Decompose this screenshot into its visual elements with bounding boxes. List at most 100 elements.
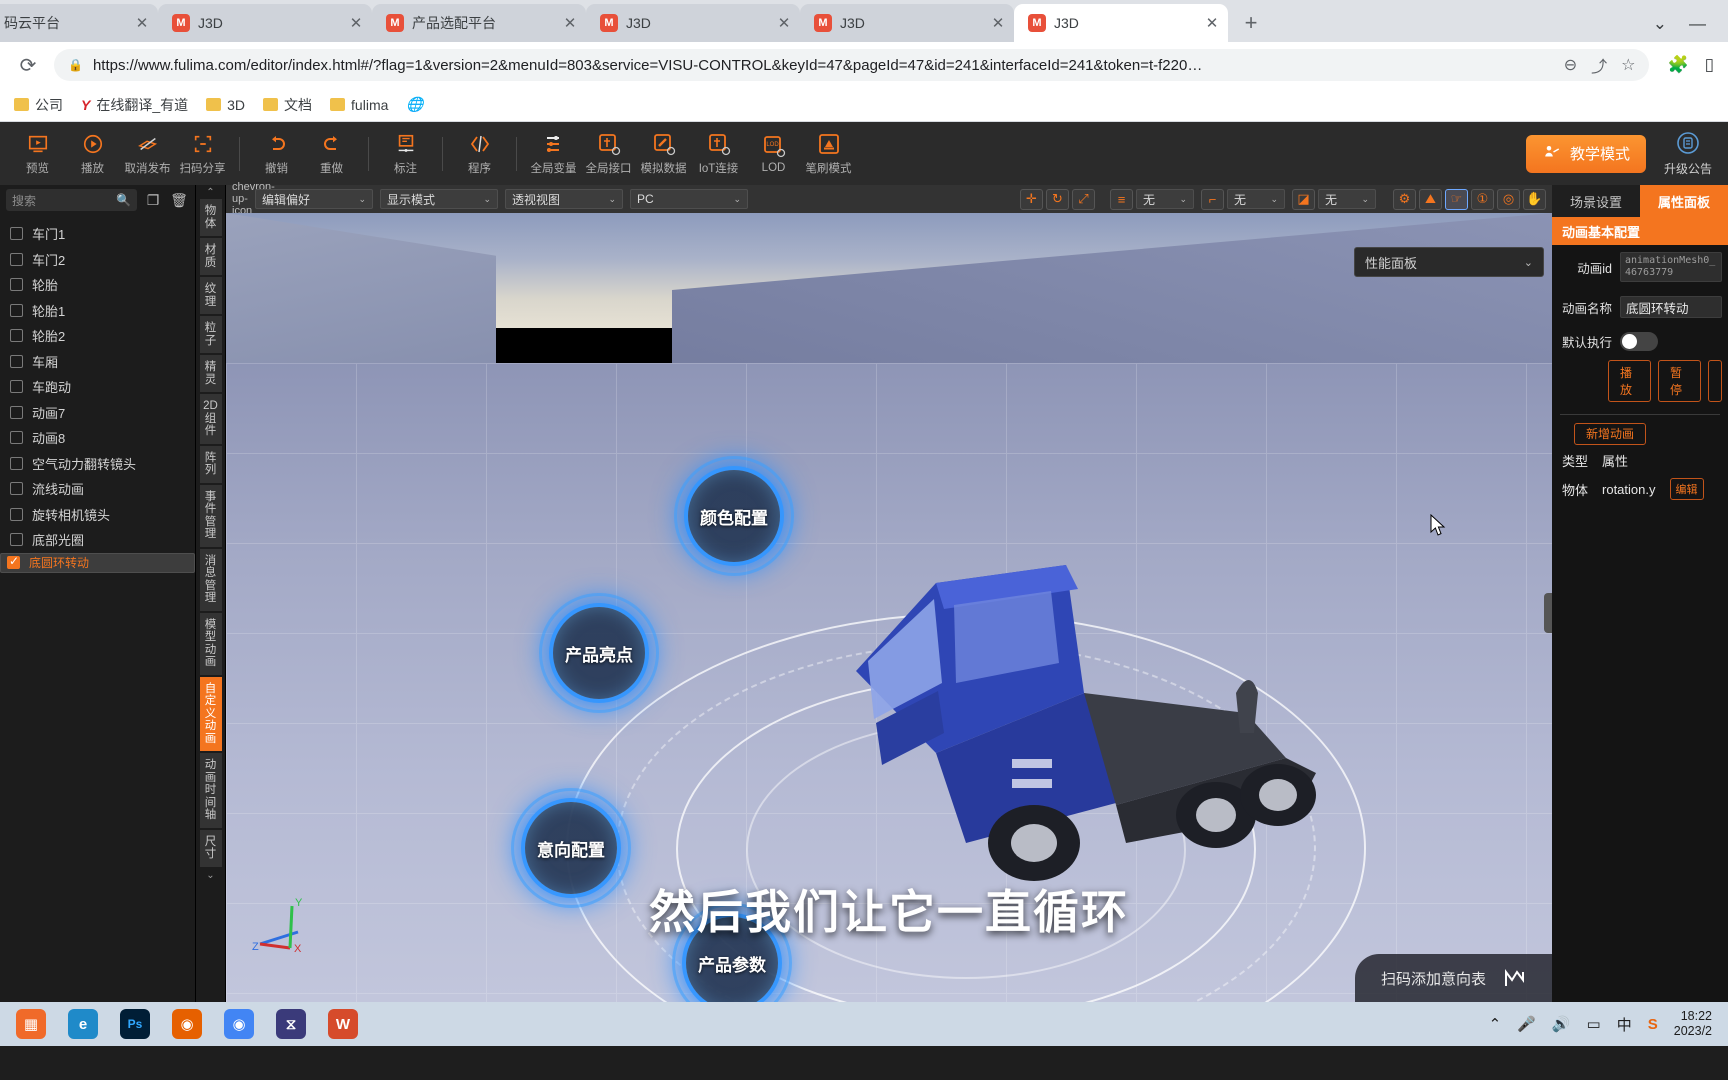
toolbar-button-global-interface[interactable]: 全局接口: [581, 131, 636, 176]
panel-resize-handle[interactable]: [1544, 593, 1552, 633]
list-item-selected[interactable]: 底圆环转动: [0, 552, 195, 573]
item-checkbox[interactable]: [10, 303, 23, 317]
taskbar-wps[interactable]: W: [320, 1004, 366, 1044]
tab-scene-settings[interactable]: 场景设置: [1552, 185, 1640, 217]
browser-tab[interactable]: M J3D ✕: [158, 4, 373, 42]
item-checkbox[interactable]: [10, 252, 23, 266]
tab-event-manager[interactable]: 事件管理: [199, 484, 222, 547]
toolbar-button-mock-data[interactable]: 模拟数据: [636, 131, 691, 176]
list-item[interactable]: 轮胎: [0, 272, 195, 298]
snap-translate-icon[interactable]: ≡: [1110, 188, 1133, 210]
select-display-mode[interactable]: 显示模式 ⌄: [380, 189, 498, 209]
tab-textures[interactable]: 纹理: [199, 277, 222, 314]
tab-properties-panel[interactable]: 属性面板: [1640, 185, 1728, 217]
animation-name-input[interactable]: 底圆环转动: [1620, 296, 1722, 318]
bookmark-item[interactable]: 文档: [263, 95, 312, 115]
toolbar-button-lod[interactable]: LOD LOD: [746, 133, 801, 174]
toolbar-button-annotate[interactable]: 标注: [378, 131, 433, 176]
tab-objects[interactable]: 物体: [199, 199, 222, 236]
toolbar-button-program[interactable]: 程序: [452, 131, 507, 176]
visibility-icon[interactable]: ①: [1471, 188, 1494, 210]
minimize-button[interactable]: —: [1689, 14, 1706, 34]
tab-close-icon[interactable]: ✕: [560, 13, 580, 33]
bookmark-item[interactable]: 公司: [14, 95, 63, 115]
upgrade-notice-button[interactable]: 升级公告: [1664, 131, 1712, 177]
item-checkbox[interactable]: [10, 380, 23, 394]
list-item[interactable]: 轮胎1: [0, 298, 195, 324]
browser-tab[interactable]: M 产品选配平台 ✕: [372, 4, 587, 42]
collapse-down-icon[interactable]: ⌄: [200, 869, 222, 883]
new-tab-button[interactable]: +: [1234, 6, 1268, 40]
3d-viewport[interactable]: 颜色配置 产品亮点 意向配置 产品参数 Z X Y 然后我们让它一直循环 扫码添…: [226, 213, 1552, 1002]
bookmark-item[interactable]: fulima: [330, 97, 388, 113]
taskbar-photoshop[interactable]: Ps: [112, 1004, 158, 1044]
select-device-target[interactable]: PC ⌄: [630, 189, 748, 209]
list-item[interactable]: 旋转相机镜头: [0, 502, 195, 528]
list-item[interactable]: 空气动力翻转镜头: [0, 451, 195, 477]
animation-id-value[interactable]: animationMesh0_46763779: [1620, 252, 1722, 282]
item-checkbox[interactable]: [10, 405, 23, 419]
tab-message-manager[interactable]: 消息管理: [199, 548, 222, 611]
item-checkbox[interactable]: [10, 329, 23, 343]
tab-materials[interactable]: 材质: [199, 238, 222, 275]
bookmark-item[interactable]: 🌐: [406, 96, 423, 113]
add-animation-button[interactable]: 新增动画: [1574, 423, 1647, 445]
tab-close-icon[interactable]: ✕: [1202, 13, 1222, 33]
taskbar-firefox[interactable]: ◉: [164, 1004, 210, 1044]
trash-icon[interactable]: 🗑: [169, 190, 189, 210]
item-checkbox[interactable]: [10, 482, 23, 496]
browser-tab[interactable]: M J3D ✕: [800, 4, 1015, 42]
browser-tab[interactable]: 码云平台 ✕: [0, 4, 159, 42]
tab-animation-timeline[interactable]: 动画时间轴: [199, 753, 222, 828]
snap-translate-select[interactable]: 无 ⌄: [1136, 189, 1194, 209]
hotspot-color-config[interactable]: 颜色配置: [674, 456, 794, 576]
zoom-out-icon[interactable]: ⊖: [1564, 55, 1577, 75]
tab-close-icon[interactable]: ✕: [346, 13, 366, 33]
hotspot-product-highlight[interactable]: 产品亮点: [539, 593, 659, 713]
list-item[interactable]: 动画8: [0, 425, 195, 451]
toolbar-button-redo[interactable]: 重做: [304, 131, 359, 176]
teaching-mode-button[interactable]: 教学模式: [1525, 134, 1646, 173]
omnibox[interactable]: 🔒 https://www.fulima.com/editor/index.ht…: [54, 49, 1650, 81]
list-item[interactable]: 底部光圈: [0, 527, 195, 553]
toolbar-button-preview[interactable]: 预览: [10, 131, 65, 176]
toolbar-button-play[interactable]: 播放: [65, 131, 120, 176]
item-checkbox[interactable]: [10, 533, 23, 547]
toolbar-button-unpublish[interactable]: 取消发布: [120, 131, 175, 176]
list-item[interactable]: 动画7: [0, 400, 195, 426]
list-item[interactable]: 车跑动: [0, 374, 195, 400]
collapse-up-icon[interactable]: ⌃: [200, 185, 222, 199]
ime-icon[interactable]: 中: [1617, 1014, 1632, 1035]
taskbar-j3d[interactable]: ⧖: [268, 1004, 314, 1044]
select-view-projection[interactable]: 透视视图 ⌄: [505, 189, 623, 209]
list-item[interactable]: 车厢: [0, 349, 195, 375]
tab-dimensions[interactable]: 尺寸: [199, 829, 222, 867]
extensions-puzzle-icon[interactable]: 🧩: [1667, 55, 1688, 75]
taskbar-clock[interactable]: 18:22 2023/2: [1674, 1009, 1712, 1039]
stop-button[interactable]: [1708, 360, 1722, 402]
move-tool-icon[interactable]: ✛: [1020, 188, 1043, 210]
browser-tab-active[interactable]: M J3D ✕: [1014, 4, 1228, 42]
list-item[interactable]: 轮胎2: [0, 323, 195, 349]
scale-tool-icon[interactable]: ⤢: [1072, 188, 1095, 210]
tab-particles[interactable]: 粒子: [199, 316, 222, 353]
toolbar-button-undo[interactable]: 撤销: [249, 131, 304, 176]
item-checkbox[interactable]: [10, 227, 23, 241]
search-icon[interactable]: 🔍: [116, 193, 131, 207]
volume-icon[interactable]: 🔊: [1552, 1015, 1571, 1033]
hand-icon[interactable]: ✋: [1523, 188, 1546, 210]
share-icon[interactable]: ⤴: [1591, 53, 1607, 77]
reload-icon[interactable]: ⟳: [14, 51, 42, 79]
tab-sprites[interactable]: 精灵: [199, 355, 222, 392]
select-mode-icon[interactable]: ☞: [1445, 188, 1468, 210]
gizmo-icon[interactable]: ⚙: [1393, 188, 1416, 210]
chevron-up-icon[interactable]: ⌃: [1489, 1015, 1502, 1033]
tab-close-icon[interactable]: ✕: [132, 13, 152, 33]
tab-2d-components[interactable]: 2D组件: [199, 394, 222, 444]
taskbar-start-button[interactable]: ▦: [8, 1004, 54, 1044]
microphone-icon[interactable]: 🎤: [1517, 1015, 1536, 1033]
pause-button[interactable]: 暂停: [1658, 360, 1701, 402]
item-checkbox[interactable]: [10, 456, 23, 470]
item-checkbox[interactable]: [10, 431, 23, 445]
battery-icon[interactable]: ▭: [1587, 1015, 1601, 1033]
